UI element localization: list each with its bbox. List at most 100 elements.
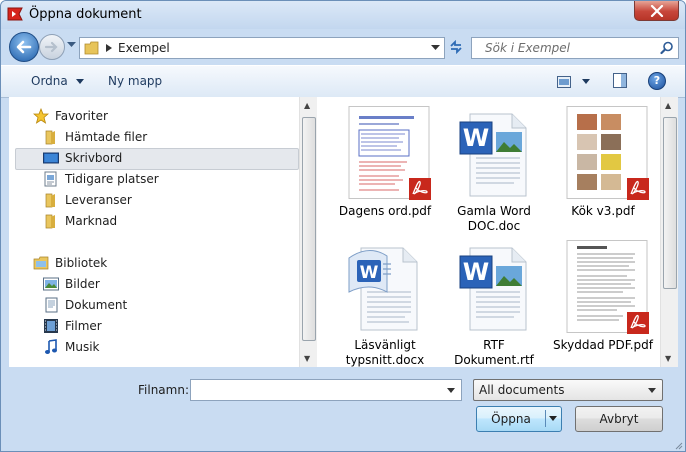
- refresh-button[interactable]: [445, 37, 467, 57]
- svg-text:W: W: [463, 124, 489, 152]
- sidebar-item-label: Marknad: [65, 214, 118, 228]
- folder-icon: [45, 214, 55, 229]
- chevron-down-icon[interactable]: [447, 388, 455, 393]
- window-title: Öppna dokument: [29, 7, 142, 22]
- sidebar-item-documents[interactable]: Dokument: [43, 295, 127, 315]
- pictures-icon: [43, 277, 59, 291]
- preview-pane-button[interactable]: [613, 73, 627, 91]
- title-bar: Öppna dokument: [1, 1, 685, 29]
- documents-icon: [45, 297, 58, 313]
- change-view-button[interactable]: [557, 74, 571, 88]
- address-bar[interactable]: Exempel: [79, 37, 445, 59]
- pdf-text-thumbnail: [557, 240, 649, 334]
- search-input[interactable]: Sök i Exempel: [485, 41, 570, 55]
- address-current-folder[interactable]: Exempel: [118, 41, 170, 55]
- sidebar-item-label: Skrivbord: [65, 151, 123, 165]
- sidebar-item-label: Filmer: [65, 319, 102, 333]
- file-name: Dagens ord.pdf: [338, 204, 432, 218]
- open-button[interactable]: Öppna: [476, 406, 562, 432]
- forward-button[interactable]: [39, 34, 65, 60]
- file-type-value: All documents: [479, 383, 565, 397]
- arrow-left-icon: [16, 40, 32, 54]
- sidebar-favorites-header[interactable]: Favoriter: [33, 106, 108, 126]
- chevron-down-icon: [648, 388, 656, 393]
- chevron-down-icon[interactable]: [549, 416, 557, 421]
- file-name: RTF Dokument.rtf: [454, 338, 534, 367]
- filename-label: Filnamn:: [138, 383, 189, 397]
- sidebar-item-desktop[interactable]: Skrivbord: [43, 148, 122, 168]
- sidebar-item-label: Musik: [65, 340, 100, 354]
- file-name: Läsvänligt typsnitt.docx: [345, 338, 425, 367]
- sidebar-item-videos[interactable]: Filmer: [43, 316, 102, 336]
- address-dropdown-button[interactable]: [427, 37, 443, 57]
- open-document-dialog: Öppna dokument Exempel Sök i Exempel Ord…: [0, 0, 686, 452]
- folder-icon: [45, 130, 55, 145]
- scrollbar-thumb[interactable]: [663, 117, 677, 289]
- file-list: Dagens ord.pdf W Gamla Word DOC.doc Kök …: [317, 97, 660, 367]
- open-button-label: Öppna: [491, 412, 531, 426]
- scroll-down-arrow-icon[interactable]: ▼: [665, 354, 671, 363]
- desktop-icon: [43, 152, 59, 164]
- file-item[interactable]: Kök v3.pdf: [547, 106, 659, 219]
- sidebar-item-label: Hämtade filer: [65, 130, 148, 144]
- organize-label: Ordna: [31, 74, 68, 88]
- file-name: Skyddad PDF.pdf: [553, 338, 653, 352]
- file-item[interactable]: W RTF Dokument.rtf: [438, 240, 550, 367]
- file-item[interactable]: Dagens ord.pdf: [329, 106, 441, 219]
- file-list-scrollbar[interactable]: ▲ ▼: [660, 97, 678, 367]
- sidebar-item-recent-places[interactable]: Tidigare platser: [43, 169, 159, 189]
- music-icon: [45, 339, 57, 354]
- navigation-pane: Favoriter Hämtade filer Skrivbord Tidiga…: [9, 97, 299, 367]
- sidebar-item-label: Bilder: [65, 277, 100, 291]
- recent-pages-dropdown-icon[interactable]: [67, 42, 76, 48]
- arrow-right-icon: [44, 41, 58, 53]
- library-icon: [33, 256, 49, 270]
- sidebar-item-pictures[interactable]: Bilder: [43, 274, 100, 294]
- sidebar-item-music[interactable]: Musik: [43, 337, 100, 357]
- sidebar-libraries-header[interactable]: Bibliotek: [33, 253, 107, 273]
- svg-text:W: W: [463, 258, 489, 286]
- videos-icon: [44, 319, 58, 333]
- search-icon[interactable]: [660, 41, 674, 55]
- sidebar-item-label: Dokument: [65, 298, 128, 312]
- cancel-button-label: Avbryt: [599, 412, 639, 426]
- back-button[interactable]: [9, 32, 39, 62]
- scrollbar-thumb[interactable]: [302, 117, 316, 341]
- pdf-photos-thumbnail: [557, 106, 649, 200]
- libraries-label: Bibliotek: [55, 256, 108, 270]
- navigation-bar: Exempel Sök i Exempel: [1, 29, 685, 65]
- cancel-button[interactable]: Avbryt: [575, 406, 663, 432]
- pdf-document-icon: [348, 106, 431, 200]
- command-toolbar: Ordna Ny mapp ?: [1, 65, 685, 98]
- word-document-icon: W: [459, 113, 527, 197]
- pdf-photos-icon: [566, 106, 649, 200]
- organize-menu[interactable]: Ordna: [31, 74, 84, 88]
- breadcrumb-arrow-icon[interactable]: [106, 44, 112, 52]
- svg-text:W: W: [360, 263, 379, 283]
- sidebar-item-label: Leveranser: [65, 193, 132, 207]
- refresh-icon: [450, 40, 462, 54]
- view-dropdown-icon[interactable]: [582, 79, 590, 84]
- filename-field[interactable]: [190, 379, 462, 401]
- split-divider: [545, 410, 546, 427]
- navigation-pane-scrollbar[interactable]: ▲ ▼: [299, 97, 317, 367]
- new-folder-button[interactable]: Ny mapp: [108, 74, 162, 88]
- resize-grip-icon[interactable]: [673, 440, 683, 450]
- scroll-up-arrow-icon[interactable]: ▲: [304, 101, 310, 110]
- sidebar-item-marketing[interactable]: Marknad: [43, 211, 117, 231]
- file-type-filter[interactable]: All documents: [473, 379, 663, 401]
- sidebar-item-downloads[interactable]: Hämtade filer: [43, 127, 147, 147]
- close-button[interactable]: [634, 1, 679, 21]
- file-item[interactable]: W Läsvänligt typsnitt.docx: [329, 240, 441, 367]
- scroll-up-arrow-icon[interactable]: ▲: [665, 101, 671, 110]
- word-document-icon: W: [459, 247, 527, 331]
- scroll-down-arrow-icon[interactable]: ▼: [304, 354, 310, 363]
- file-item[interactable]: Skyddad PDF.pdf: [547, 240, 659, 353]
- search-box[interactable]: Sök i Exempel: [471, 37, 679, 59]
- file-item[interactable]: W Gamla Word DOC.doc: [438, 106, 550, 234]
- folder-icon: [84, 41, 99, 55]
- pdf-text-icon: [566, 240, 649, 334]
- sidebar-item-deliveries[interactable]: Leveranser: [43, 190, 132, 210]
- help-button[interactable]: ?: [648, 72, 666, 90]
- view-icon: [557, 75, 571, 88]
